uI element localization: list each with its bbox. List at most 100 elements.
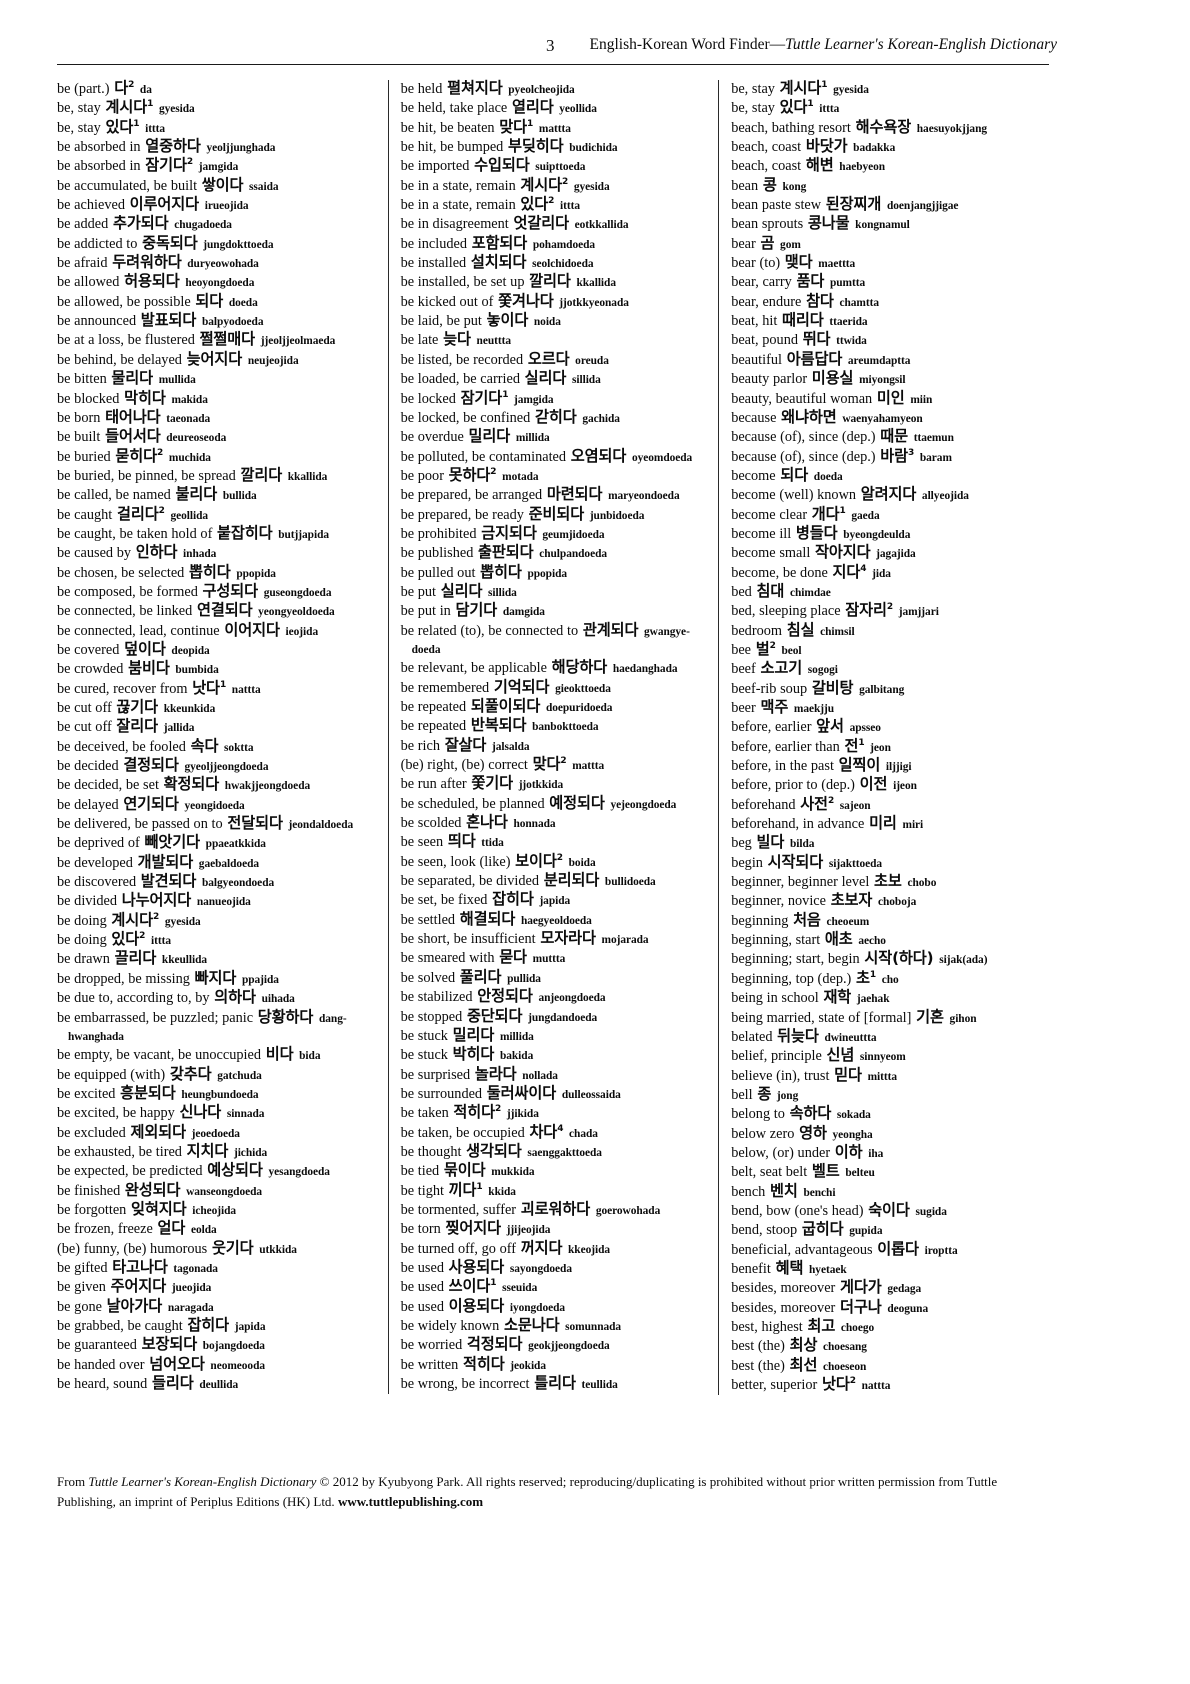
entry-korean-text: 걸리다 bbox=[116, 504, 159, 523]
entry-english: be at a loss, be flustered bbox=[57, 332, 195, 349]
entry-romanization: bullidoeda bbox=[604, 876, 656, 889]
entry-korean: 때리다 bbox=[781, 311, 825, 329]
entry-english: be loaded, be carried bbox=[400, 371, 520, 388]
entry-korean: 잘리다 bbox=[115, 717, 159, 735]
dictionary-entry: be in a state, remain 계시다2 gyesida bbox=[401, 176, 711, 196]
entry-english: be dropped, be missing bbox=[57, 970, 190, 987]
entry-english: be blocked bbox=[57, 390, 120, 407]
entry-korean-text: 기억되다 bbox=[493, 677, 550, 696]
entry-korean-text: 해수욕장 bbox=[855, 117, 912, 136]
entry-korean: 꺼지다 bbox=[520, 1239, 564, 1257]
entry-english: belt, seat belt bbox=[731, 1164, 808, 1181]
dictionary-entry: be afraid 두려워하다 duryeowohada bbox=[57, 253, 380, 273]
entry-english: bear bbox=[731, 235, 756, 252]
entry-korean: 이하 bbox=[834, 1143, 864, 1161]
entry-korean-text: 작아지다 bbox=[814, 543, 871, 562]
entry-english: be absorbed in bbox=[57, 158, 141, 175]
entry-korean-text: 개다 bbox=[811, 504, 840, 523]
entry-list-2: be held 펼쳐지다 pyeolcheojida be held, take … bbox=[400, 79, 711, 1394]
dictionary-entry: beef 소고기 sogogi bbox=[731, 660, 1049, 679]
entry-english: be tormented, suffer bbox=[400, 1201, 517, 1218]
footer-credit: From Tuttle Learner's Korean-English Dic… bbox=[57, 1472, 1057, 1511]
entry-english: become, be done bbox=[731, 564, 828, 581]
entry-romanization: gihon bbox=[949, 1012, 977, 1025]
entry-korean: 영하 bbox=[798, 1124, 828, 1142]
entry-english: be deceived, be fooled bbox=[57, 738, 186, 755]
entry-korean-text: 구성되다 bbox=[202, 581, 259, 600]
entry-romanization: ittta bbox=[151, 935, 172, 948]
dictionary-entry: bear 곰 gom bbox=[731, 234, 1049, 254]
entry-korean: 부딪히다 bbox=[507, 137, 565, 155]
dictionary-entry: benefit 혜택 hyetaek bbox=[731, 1259, 1049, 1279]
dictionary-entry: be delayed 연기되다 yeongidoeda bbox=[57, 795, 380, 815]
entry-romanization: sseuida bbox=[502, 1282, 538, 1295]
footer-line1-italic: Tuttle Learner's Korean-English Dictiona… bbox=[88, 1474, 317, 1489]
entry-korean-text: 중단되다 bbox=[466, 1006, 523, 1025]
dictionary-entry: be decided, be set 확정되다 hwakjjeongdoeda bbox=[57, 776, 380, 795]
entry-homograph-number: 2 bbox=[157, 447, 164, 458]
entry-romanization: choego bbox=[840, 1322, 875, 1334]
entry-korean: 침실 bbox=[786, 621, 816, 639]
entry-english: be installed, be set up bbox=[400, 274, 525, 291]
entry-romanization: sugida bbox=[915, 1205, 947, 1218]
entry-romanization: icheojida bbox=[192, 1204, 237, 1217]
entry-english: be locked, be confined bbox=[400, 409, 531, 426]
entry-korean-text: 재학 bbox=[823, 988, 852, 1007]
entry-korean-text: 계시다 bbox=[111, 910, 154, 929]
entry-english: be remembered bbox=[400, 679, 490, 696]
dictionary-entry: be absorbed in 열중하다 yeoljjunghada bbox=[57, 137, 380, 157]
entry-romanization: maryeondoeda bbox=[608, 490, 680, 503]
entry-english: beer bbox=[731, 700, 756, 716]
entry-korean-text: 놓이다 bbox=[486, 311, 529, 330]
entry-korean: 보이다2 bbox=[514, 852, 564, 870]
entry-english: bear, carry bbox=[731, 274, 792, 291]
entry-korean-text: 묻다 bbox=[499, 948, 527, 967]
entry-romanization: utkkida bbox=[259, 1243, 297, 1256]
entry-korean-text: 들리다 bbox=[152, 1374, 194, 1393]
entry-korean: 혜택 bbox=[775, 1259, 805, 1277]
entry-korean: 금지되다 bbox=[480, 524, 538, 542]
entry-romanization: jjotkkyeonada bbox=[559, 296, 629, 309]
entry-english: better, superior bbox=[731, 1377, 818, 1394]
entry-korean-text: 연결되다 bbox=[196, 601, 253, 620]
entry-homograph-number: 2 bbox=[490, 466, 497, 477]
entry-korean-text: 침대 bbox=[756, 581, 785, 600]
entry-korean-text: 출판되다 bbox=[478, 543, 534, 562]
entry-romanization: jeon bbox=[870, 741, 891, 754]
entry-korean-text: 잘리다 bbox=[116, 717, 159, 736]
entry-korean: 속다 bbox=[190, 737, 220, 755]
dictionary-entry: belief, principle 신념 sinnyeom bbox=[731, 1047, 1049, 1066]
entry-english: be prohibited bbox=[400, 525, 477, 542]
entry-korean: 담기다 bbox=[455, 601, 499, 619]
entry-english: be related (to), be connected to bbox=[400, 622, 579, 639]
entry-english: bean paste stew bbox=[731, 197, 822, 214]
entry-korean-text: 잡히다 bbox=[187, 1316, 230, 1334]
entry-romanization: kongnamul bbox=[855, 219, 910, 232]
dictionary-entry: bend, bow (one's head) 숙이다 sugida bbox=[731, 1201, 1049, 1221]
entry-english: be held, take place bbox=[400, 100, 508, 117]
dictionary-page: 3 English-Korean Word Finder—Tuttle Lear… bbox=[0, 0, 1190, 1684]
entry-romanization: sijakttoeda bbox=[828, 857, 883, 870]
dictionary-entry: be remembered 기억되다 gieokttoeda bbox=[400, 677, 711, 698]
entry-homograph-number: 2 bbox=[128, 79, 135, 90]
footer-website-link[interactable]: www.tuttlepublishing.com bbox=[338, 1494, 483, 1509]
entry-romanization: ttida bbox=[481, 837, 504, 850]
column-1: be (part.) 다2 da be, stay 계시다1 gyesida be,… bbox=[57, 79, 388, 1394]
entry-english: be empty, be vacant, be unoccupied bbox=[57, 1047, 262, 1064]
dictionary-entry: be addicted to 중독되다 jungdokttoeda bbox=[57, 234, 380, 254]
entry-english: be expected, be predicted bbox=[57, 1163, 203, 1180]
entry-korean: 쌓이다 bbox=[201, 176, 245, 194]
entry-korean-text: 쫓기다 bbox=[471, 774, 513, 793]
entry-korean-text: 엇갈리다 bbox=[513, 214, 569, 233]
entry-english: be used bbox=[400, 1279, 444, 1296]
entry-korean-text: 추가되다 bbox=[113, 214, 169, 233]
entry-romanization: maettta bbox=[818, 258, 856, 271]
entry-romanization: ttwida bbox=[836, 335, 867, 348]
entry-romanization: neujeojida bbox=[247, 354, 299, 367]
entry-korean: 빌다 bbox=[756, 833, 786, 851]
entry-english: be set, be fixed bbox=[400, 892, 488, 909]
dictionary-entry: beginner, novice 초보자 choboja bbox=[731, 892, 1049, 911]
entry-romanization: beol bbox=[781, 644, 802, 657]
entry-english: be stuck bbox=[400, 1027, 448, 1044]
entry-korean-text: 게다가 bbox=[840, 1278, 882, 1297]
